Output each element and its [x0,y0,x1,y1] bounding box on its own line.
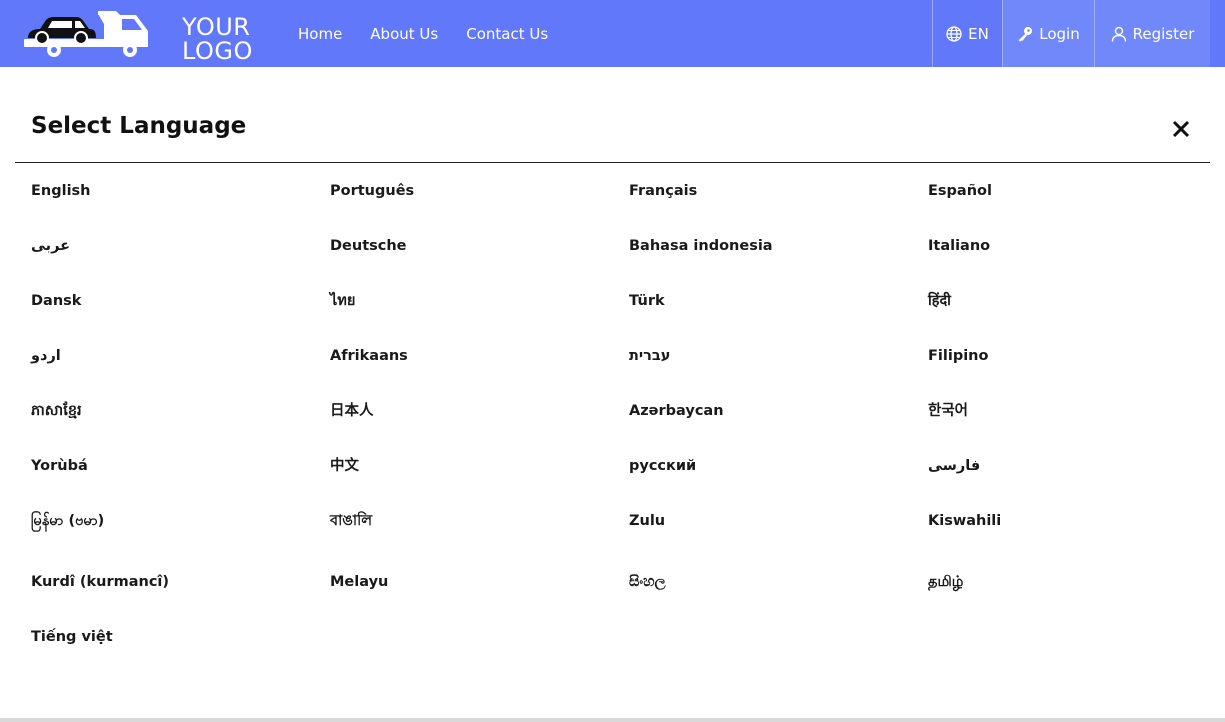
language-option[interactable]: 中文 [330,452,629,507]
language-option[interactable]: Azərbaycan [629,397,928,452]
page-background-strip [0,718,1225,722]
language-option[interactable]: русский [629,452,928,507]
language-option[interactable]: Français [629,177,928,232]
language-option[interactable]: Kiswahili [928,507,1211,568]
close-icon [1172,120,1190,138]
language-option[interactable]: Bahasa indonesia [629,232,928,287]
globe-icon [946,25,962,42]
logo[interactable]: YOUR LOGO [24,7,252,63]
language-option[interactable]: Tiếng việt [31,623,330,678]
nav-link-contact-us[interactable]: Contact Us [466,25,548,43]
key-icon [1018,26,1033,41]
language-option[interactable]: Español [928,177,1211,232]
language-option[interactable]: Filipino [928,342,1211,397]
modal-title: Select Language [31,113,247,139]
language-option[interactable]: বাঙালি [330,507,629,568]
language-switcher-button[interactable]: EN [932,0,1002,67]
logo-text-line1: YOUR [182,13,251,41]
language-option[interactable]: اردو [31,342,330,397]
top-navbar: YOUR LOGO Home About Us Contact Us EN Lo… [0,0,1225,67]
language-list: English Português Français Español عربى … [31,177,1211,678]
logo-text-line2: LOGO [182,37,253,65]
login-label: Login [1039,24,1080,43]
close-button[interactable] [1172,120,1192,140]
nav-links: Home About Us Contact Us [298,0,576,67]
language-option[interactable]: Português [330,177,629,232]
register-label: Register [1132,24,1195,43]
nav-actions: EN Login Register [932,0,1210,67]
language-option[interactable]: Kurdî (kurmancî) [31,568,330,623]
language-option[interactable]: Afrikaans [330,342,629,397]
language-option[interactable]: සිංහල [629,568,928,623]
modal-header: Select Language [15,67,1210,163]
register-button[interactable]: Register [1094,0,1210,67]
language-option[interactable]: မြန်မာ (ဗမာ) [31,507,330,568]
language-option[interactable]: Zulu [629,507,928,568]
language-option[interactable]: ไทย [330,287,629,342]
user-icon [1111,26,1126,42]
language-option[interactable]: עברית [629,342,928,397]
language-option[interactable]: عربى [31,232,330,287]
language-option[interactable]: தமிழ் [928,568,1211,623]
language-option[interactable]: ភាសាខ្មែរ [31,397,330,452]
language-option[interactable]: Yorùbá [31,452,330,507]
language-option[interactable]: हिंदी [928,287,1211,342]
language-option[interactable]: English [31,177,330,232]
login-button[interactable]: Login [1002,0,1094,67]
language-modal: Select Language English Português França… [0,67,1225,718]
language-option[interactable]: Türk [629,287,928,342]
language-option[interactable]: Deutsche [330,232,629,287]
language-option[interactable]: 한국어 [928,397,1211,452]
language-option[interactable]: فارسی [928,452,1211,507]
language-option[interactable]: Dansk [31,287,330,342]
logo-text: YOUR LOGO [182,15,253,63]
language-option[interactable]: Italiano [928,232,1211,287]
nav-link-about-us[interactable]: About Us [370,25,438,43]
language-option[interactable]: Melayu [330,568,629,623]
language-code: EN [968,24,989,43]
nav-link-home[interactable]: Home [298,25,342,43]
language-option[interactable]: 日本人 [330,397,629,452]
tow-truck-logo-icon [24,11,148,57]
